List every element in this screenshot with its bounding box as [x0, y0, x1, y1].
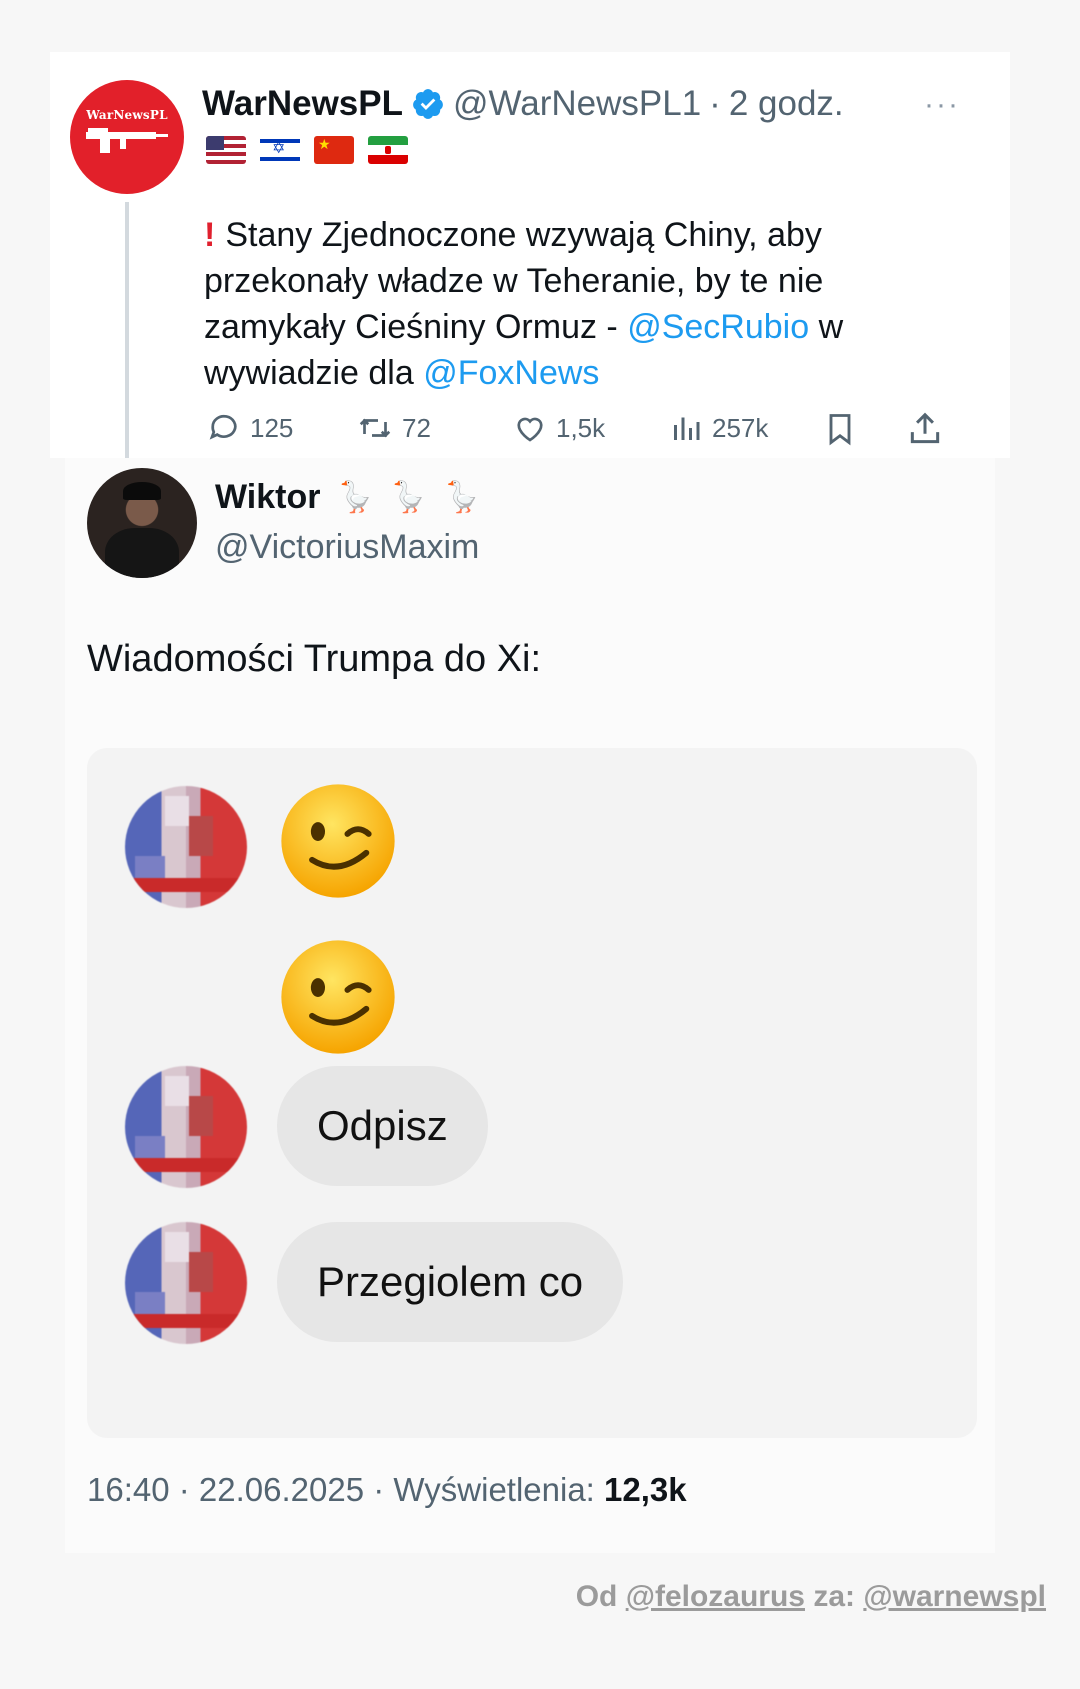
- quoted-tweet-header: WarNewsPL @WarNewsPL1 · 2 godz.: [202, 82, 844, 126]
- quoted-tweet[interactable]: WarNewsPL WarNewsPL @WarNewsPL1 · 2 godz…: [50, 52, 1010, 512]
- separator-dot: ·: [364, 1471, 394, 1508]
- like-button[interactable]: 1,5k: [512, 410, 605, 446]
- goose-icon: 🪿: [389, 480, 428, 514]
- more-options-icon[interactable]: ···: [924, 88, 960, 122]
- separator-dot: ·: [169, 1471, 199, 1508]
- author-handle[interactable]: @VictoriusMaxim: [215, 528, 479, 567]
- quoted-tweet-text: ! Stany Zjednoczone wzywają Chiny, aby pr…: [204, 212, 964, 396]
- share-button[interactable]: [906, 410, 944, 448]
- credit-from-link[interactable]: @felozaurus: [626, 1580, 805, 1613]
- credit-prefix: Od: [575, 1580, 626, 1613]
- reply-icon: [209, 414, 237, 440]
- avatar-logo-text: WarNewsPL: [86, 108, 168, 122]
- wiktor-avatar[interactable]: [87, 468, 197, 578]
- avatar-shoulders: [105, 528, 179, 578]
- main-tweet[interactable]: Wiktor 🪿 🪿 🪿 @VictoriusMaxim Wiadomości …: [65, 458, 995, 1553]
- author-name[interactable]: Wiktor: [215, 478, 320, 517]
- author-name[interactable]: WarNewsPL: [202, 84, 403, 124]
- bookmark-icon: [829, 414, 851, 446]
- china-flag-icon: ★: [314, 136, 354, 164]
- heart-icon: [517, 417, 543, 442]
- bookmark-button[interactable]: [822, 410, 858, 448]
- tweet-date[interactable]: 22.06.2025: [199, 1471, 364, 1508]
- iran-flag-icon: [368, 136, 408, 164]
- retweet-count: 72: [402, 412, 431, 443]
- rifle-icon: [86, 128, 168, 153]
- chat-screenshot-image[interactable]: Odpisz Przegiolem co: [87, 748, 977, 1438]
- goose-icon: 🪿: [443, 480, 481, 514]
- mention-secrubio-link[interactable]: @SecRubio: [627, 308, 809, 346]
- us-flag-icon: [206, 136, 246, 164]
- blurred-avatar: [125, 1222, 247, 1344]
- tweet-footer: 16:40 · 22.06.2025 · Wyświetlenia: 12,3k: [87, 1471, 687, 1509]
- source-credit: Od @felozaurus za: @warnewspl: [576, 1580, 1046, 1614]
- retweet-icon: [359, 418, 391, 438]
- share-icon: [910, 412, 940, 444]
- warnewspl-avatar[interactable]: WarNewsPL: [70, 80, 184, 194]
- israel-flag-icon: ✡: [260, 136, 300, 164]
- chat-bubble-odpisz: Odpisz: [277, 1066, 488, 1186]
- analytics-icon: [674, 417, 700, 440]
- blurred-avatar: [125, 786, 247, 908]
- exclamation-icon: !: [204, 216, 216, 254]
- tweet-actions-bar: 125 72 1,5k 257k: [206, 410, 946, 450]
- mention-foxnews-link[interactable]: @FoxNews: [423, 354, 599, 392]
- views-button[interactable]: 257k: [668, 410, 768, 446]
- author-name-row: Wiktor 🪿 🪿 🪿: [215, 478, 481, 517]
- verified-badge-icon: [413, 89, 443, 119]
- separator-dot: ·: [709, 84, 721, 123]
- views-count: 257k: [712, 412, 769, 443]
- credit-via-link[interactable]: @warnewspl: [863, 1580, 1046, 1613]
- reply-button[interactable]: 125: [206, 410, 293, 446]
- blurred-avatar: [125, 1066, 247, 1188]
- retweet-button[interactable]: 72: [356, 410, 431, 446]
- goose-icon: 🪿: [336, 480, 374, 514]
- tweet-time[interactable]: 2 godz.: [729, 84, 844, 124]
- views-label: Wyświetlenia:: [393, 1471, 605, 1508]
- views-value: 12,3k: [604, 1471, 687, 1508]
- chat-bubble-przegiolem: Przegiolem co: [277, 1222, 624, 1342]
- tweet-text: Wiadomości Trumpa do Xi:: [87, 638, 542, 680]
- credit-middle: za:: [805, 1580, 864, 1613]
- like-count: 1,5k: [556, 412, 606, 443]
- flags-row: ✡ ★: [206, 136, 408, 164]
- tweet-time[interactable]: 16:40: [87, 1471, 170, 1508]
- avatar-cap: [123, 482, 161, 500]
- winking-face-icon: [281, 784, 395, 898]
- winking-face-icon: [281, 940, 395, 1054]
- reply-count: 125: [250, 412, 294, 443]
- author-handle[interactable]: @WarNewsPL1: [453, 84, 701, 124]
